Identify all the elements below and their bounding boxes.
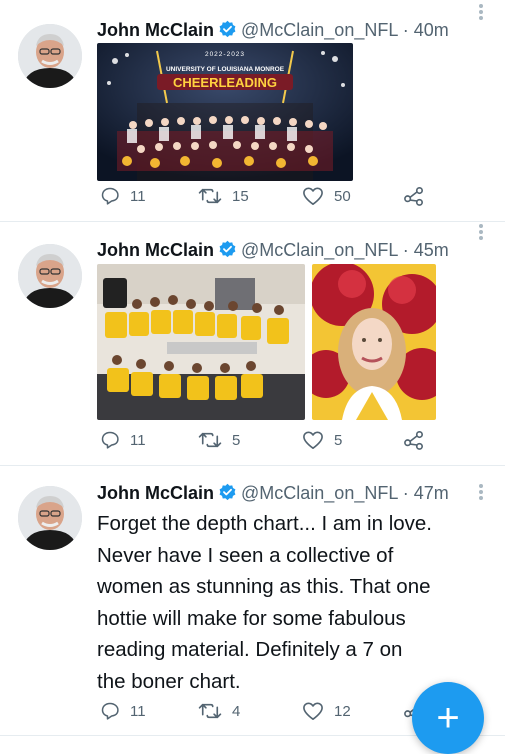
share-button[interactable] bbox=[403, 183, 435, 209]
separator-dot: · bbox=[397, 20, 414, 40]
tweet-text-line: Forget the depth chart... I am in love. bbox=[97, 512, 433, 535]
reply-icon bbox=[101, 187, 119, 205]
tweet[interactable]: John McClain @McClain_on_NFL · 45m 11 5 … bbox=[0, 222, 505, 466]
timestamp[interactable]: 40m bbox=[414, 20, 449, 40]
tweet-text-line: reading material. Definitely a 7 on bbox=[97, 638, 403, 661]
banner-title: CHEERLEADING bbox=[173, 75, 277, 90]
author-name[interactable]: John McClain bbox=[97, 483, 214, 503]
tweet-header: John McClain @McClain_on_NFL · 45m bbox=[97, 237, 492, 263]
tweet-text-line: the boner chart. bbox=[97, 669, 241, 693]
reply-button[interactable]: 11 bbox=[100, 427, 146, 453]
heart-icon bbox=[303, 431, 323, 449]
retweet-count: 5 bbox=[232, 431, 241, 449]
heart-icon bbox=[303, 187, 323, 205]
tweet-text-line: hottie will make for some fabulous bbox=[97, 606, 406, 630]
share-icon bbox=[404, 431, 423, 450]
like-count: 12 bbox=[334, 702, 351, 720]
tweet-actions: 11 5 5 bbox=[97, 427, 437, 453]
retweet-count: 15 bbox=[232, 187, 249, 205]
avatar[interactable] bbox=[18, 486, 82, 550]
plus-icon: + bbox=[436, 696, 460, 740]
author-name[interactable]: John McClain bbox=[97, 20, 214, 40]
timestamp[interactable]: 45m bbox=[414, 240, 449, 260]
tweet-image[interactable]: 2022-2023 UNIVERSITY OF LOUISIANA MONROE… bbox=[97, 43, 353, 181]
tweet-text-line: Never have I seen a collective of bbox=[97, 543, 394, 567]
share-button[interactable] bbox=[403, 427, 435, 453]
more-icon[interactable] bbox=[471, 222, 491, 242]
like-button[interactable]: 50 bbox=[302, 183, 351, 209]
retweet-button[interactable]: 5 bbox=[198, 427, 240, 453]
retweet-icon bbox=[198, 188, 222, 204]
reply-count: 11 bbox=[130, 702, 146, 720]
tweet-header: John McClain @McClain_on_NFL · 47m bbox=[97, 480, 492, 506]
like-count: 5 bbox=[334, 431, 343, 449]
avatar[interactable] bbox=[18, 24, 82, 88]
tweet-actions: 11 4 12 bbox=[97, 698, 437, 724]
share-icon bbox=[404, 187, 423, 206]
banner-subtitle: UNIVERSITY OF LOUISIANA MONROE bbox=[166, 66, 285, 73]
like-button[interactable]: 12 bbox=[302, 698, 351, 724]
tweet-text-line: women as stunning as this. That one bbox=[97, 575, 431, 598]
retweet-count: 4 bbox=[232, 702, 241, 720]
reply-button[interactable]: 11 bbox=[100, 183, 146, 209]
verified-badge-icon bbox=[218, 483, 237, 509]
more-icon[interactable] bbox=[471, 2, 491, 22]
separator-dot: · bbox=[397, 483, 414, 503]
like-button[interactable]: 5 bbox=[302, 427, 342, 453]
banner-year: 2022-2023 bbox=[205, 51, 245, 58]
retweet-icon bbox=[198, 432, 222, 448]
author-handle[interactable]: @McClain_on_NFL bbox=[241, 20, 398, 40]
verified-badge-icon bbox=[218, 240, 237, 266]
like-count: 50 bbox=[334, 187, 351, 205]
heart-icon bbox=[303, 702, 323, 720]
more-icon[interactable] bbox=[471, 482, 491, 502]
author-handle[interactable]: @McClain_on_NFL bbox=[241, 483, 398, 503]
timestamp[interactable]: 47m bbox=[414, 483, 449, 503]
reply-button[interactable]: 11 bbox=[100, 698, 146, 724]
author-handle[interactable]: @McClain_on_NFL bbox=[241, 240, 398, 260]
avatar[interactable] bbox=[18, 244, 82, 308]
reply-count: 11 bbox=[130, 431, 146, 449]
tweet[interactable]: John McClain @McClain_on_NFL · 40m 2022-… bbox=[0, 0, 505, 222]
tweet-header: John McClain @McClain_on_NFL · 40m bbox=[97, 17, 492, 43]
retweet-icon bbox=[198, 703, 222, 719]
compose-button[interactable]: + bbox=[412, 682, 484, 754]
tweet-actions: 11 15 50 bbox=[97, 183, 437, 209]
reply-icon bbox=[101, 702, 119, 720]
reply-icon bbox=[101, 431, 119, 449]
retweet-button[interactable]: 15 bbox=[198, 183, 249, 209]
author-name[interactable]: John McClain bbox=[97, 240, 214, 260]
tweet-text: Forget the depth chart... I am in love. … bbox=[97, 508, 477, 697]
reply-count: 11 bbox=[130, 187, 146, 205]
tweet-image[interactable] bbox=[312, 264, 436, 420]
retweet-button[interactable]: 4 bbox=[198, 698, 240, 724]
tweet-image[interactable] bbox=[97, 264, 305, 420]
separator-dot: · bbox=[397, 240, 414, 260]
